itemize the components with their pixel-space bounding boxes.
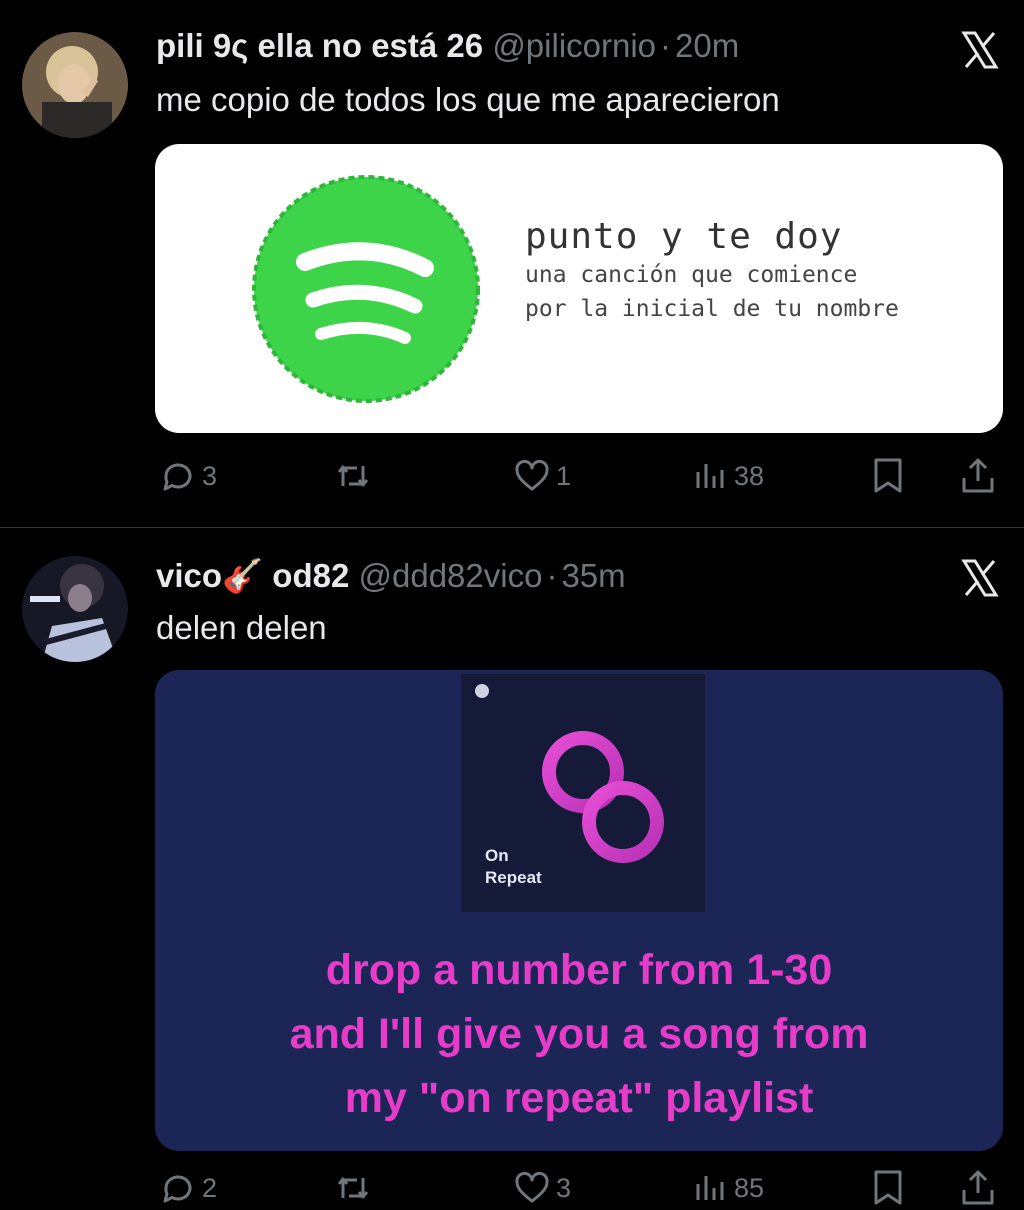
views-icon: [696, 464, 724, 488]
share-button[interactable]: [958, 454, 998, 498]
reply-button[interactable]: 3: [158, 454, 217, 498]
tweet-header: vico🎸 od82 @ddd82vico · 35m: [156, 556, 626, 596]
separator: ·: [546, 557, 558, 594]
reply-icon: [163, 463, 192, 491]
image-text-line-1: punto y te doy: [525, 216, 843, 257]
retweet-button[interactable]: [333, 1166, 373, 1210]
cover-label-on: On: [485, 846, 509, 865]
retweet-icon: [337, 465, 369, 487]
like-count: 1: [556, 460, 572, 491]
avatar[interactable]: [22, 32, 128, 138]
retweet-icon: [337, 1177, 369, 1199]
share-button[interactable]: [958, 1166, 998, 1210]
reply-count: 2: [202, 1172, 218, 1203]
separator: ·: [660, 27, 672, 64]
on-repeat-cover: On Repeat: [461, 674, 705, 912]
timestamp[interactable]: 35m: [561, 557, 625, 594]
tweet-image[interactable]: On Repeat drop a number from 1-30 and I'…: [155, 670, 1003, 1151]
tweet-text: me copio de todos los que me aparecieron: [156, 81, 780, 118]
image-caption-line-3: my "on repeat" playlist: [344, 1074, 814, 1122]
views-icon: [696, 1176, 724, 1200]
display-name[interactable]: pili 9ς ella no está 26: [156, 27, 483, 64]
cover-label-repeat: Repeat: [485, 868, 542, 887]
tweet-header: pili 9ς ella no está 26 @pilicornio · 20m: [156, 26, 739, 66]
reply-icon: [163, 1175, 192, 1203]
bookmark-button[interactable]: [868, 454, 908, 498]
heart-icon: [515, 1171, 549, 1203]
image-text-line-3: por la inicial de tu nombre: [525, 296, 899, 322]
display-name-suffix[interactable]: od82: [272, 557, 349, 594]
share-icon: [962, 458, 994, 493]
views-button[interactable]: 85: [690, 1166, 764, 1210]
tweet-actions: 2 3 85: [0, 1166, 1024, 1210]
spotify-dot-icon: [475, 684, 489, 698]
like-count: 3: [556, 1172, 572, 1203]
views-button[interactable]: 38: [690, 454, 764, 498]
bookmark-button[interactable]: [868, 1166, 908, 1210]
bookmark-icon: [874, 1170, 902, 1205]
x-logo-icon[interactable]: [960, 558, 1000, 598]
user-handle[interactable]: @pilicornio: [492, 27, 656, 64]
share-icon: [962, 1170, 994, 1205]
display-name[interactable]: vico🎸: [156, 557, 263, 594]
image-caption-line-1: drop a number from 1-30: [325, 946, 833, 994]
like-button[interactable]: 1: [512, 454, 571, 498]
view-count: 38: [734, 460, 765, 491]
x-logo-icon[interactable]: [960, 30, 1000, 70]
image-text-line-2: una canción que comience: [525, 262, 858, 288]
image-caption-line-2: and I'll give you a song from: [289, 1010, 869, 1058]
on-repeat-logo-icon: [542, 731, 664, 863]
tweet[interactable]: pili 9ς ella no está 26 @pilicornio · 20m …: [0, 0, 1024, 527]
timestamp[interactable]: 20m: [675, 27, 739, 64]
user-handle[interactable]: @ddd82vico: [359, 557, 543, 594]
reply-count: 3: [202, 460, 218, 491]
spotify-logo-icon: [252, 175, 480, 403]
tweet-text: delen delen: [156, 609, 327, 646]
tweet-actions: 3 1 38: [0, 454, 1024, 498]
heart-icon: [515, 459, 549, 491]
avatar[interactable]: [22, 556, 128, 662]
bookmark-icon: [874, 458, 902, 493]
reply-button[interactable]: 2: [158, 1166, 217, 1210]
view-count: 85: [734, 1172, 765, 1203]
retweet-button[interactable]: [333, 454, 373, 498]
like-button[interactable]: 3: [512, 1166, 571, 1210]
tweet-image[interactable]: punto y te doy una canción que comience …: [155, 144, 1003, 433]
